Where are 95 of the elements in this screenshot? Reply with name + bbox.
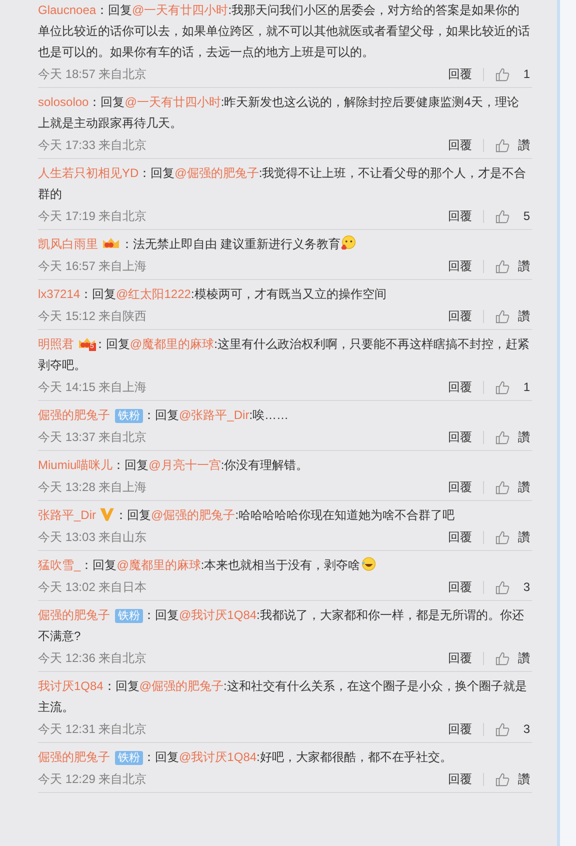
comment-text: 倔强的肥兔子 铁粉 ：回复@我讨厌1Q84:我都说了，大家都和你一样，都是无所谓的。你还不满意? <box>38 607 525 645</box>
laughing-icon <box>360 556 376 572</box>
like-count: 讚 <box>518 529 530 546</box>
username-link[interactable]: 倔强的肥兔子 <box>38 408 110 422</box>
comment-text: 人生若只初相见YD：回复@倔强的肥兔子:我觉得不让上班，不让看父母的那个人，才是不合群的 <box>38 165 528 203</box>
comment-time: 今天 12:31 来自北京 <box>38 721 147 738</box>
username-link[interactable]: 凯风白雨里 <box>38 237 98 251</box>
fan-badge: 铁粉 <box>115 751 143 765</box>
comment-time: 今天 17:19 来自北京 <box>38 208 147 225</box>
like-count: 讚 <box>518 479 530 496</box>
reply-button[interactable]: 回覆 <box>448 477 472 497</box>
comment-text: 猛吹雪_：回复@魔都里的麻球:本来也就相当于没有，剥夺啥 <box>38 555 530 576</box>
mention-link[interactable]: @魔都里的麻球 <box>130 337 214 351</box>
reply-button[interactable]: 回覆 <box>448 577 472 597</box>
username-link[interactable]: 倔强的肥兔子 <box>38 608 110 622</box>
comment-text: 倔强的肥兔子 铁粉 ：回复@张路平_Dir:唉…… <box>38 407 290 425</box>
username-link[interactable]: 倔强的肥兔子 <box>38 750 110 764</box>
thumbs-up-icon[interactable] <box>495 650 510 666</box>
mention-link[interactable]: @我讨厌1Q84 <box>179 750 257 764</box>
reply-button[interactable]: 回覆 <box>448 256 472 276</box>
reply-button[interactable]: 回覆 <box>448 206 472 226</box>
comment-time: 今天 13:02 来自日本 <box>38 579 147 596</box>
like-count: 讚 <box>518 650 530 667</box>
thumbs-up-icon[interactable] <box>495 258 510 274</box>
like-count: 1 <box>522 379 530 396</box>
reply-button[interactable]: 回覆 <box>448 64 472 84</box>
mention-link[interactable]: @倔强的肥兔子 <box>174 166 259 180</box>
comment-time: 今天 12:29 来自北京 <box>38 771 147 788</box>
username-link[interactable]: Miumiu喵咪儿 <box>38 458 113 472</box>
like-count: 讚 <box>518 771 530 788</box>
username-link[interactable]: solosoloo <box>38 95 89 109</box>
like-count: 讚 <box>518 429 530 446</box>
username-link[interactable]: 张路平_Dir <box>38 508 96 522</box>
mention-link[interactable]: @一天有廿四小时 <box>124 95 221 109</box>
mention-link[interactable]: @魔都里的麻球 <box>116 558 201 572</box>
mention-link[interactable]: @一天有廿四小时 <box>132 3 228 17</box>
like-count: 讚 <box>518 258 530 275</box>
mention-link[interactable]: @张路平_Dir <box>179 408 250 422</box>
username-link[interactable]: 明照君 <box>38 337 74 351</box>
thumbs-up-icon[interactable] <box>495 208 510 224</box>
comment-time: 今天 17:33 来自北京 <box>38 137 147 154</box>
comment-time: 今天 13:37 来自北京 <box>38 429 147 446</box>
comment-time: 今天 14:15 来自上海 <box>38 379 147 396</box>
reply-button[interactable]: 回覆 <box>448 719 472 739</box>
thumbs-up-icon[interactable] <box>495 772 510 786</box>
thumbs-up-icon[interactable] <box>495 430 510 444</box>
comment-time: 今天 13:28 来自上海 <box>38 479 147 496</box>
comment-time: 今天 18:57 来自北京 <box>38 66 147 83</box>
thumbs-up-icon[interactable] <box>495 580 510 594</box>
fan-badge: 铁粉 <box>115 409 143 423</box>
like-count: 3 <box>522 721 530 738</box>
comment-text: 张路平_Dir ：回复@倔强的肥兔子:哈哈哈哈哈你现在知道她为啥不合群了吧 <box>38 505 456 524</box>
like-count: 讚 <box>518 308 530 325</box>
mention-link[interactable]: @倔强的肥兔子 <box>139 679 224 693</box>
username-link[interactable]: lx37214 <box>38 287 80 301</box>
mention-link[interactable]: @红太阳1222 <box>116 287 191 301</box>
thumbs-up-icon[interactable] <box>495 722 510 736</box>
comment-text: solosoloo：回复@一天有廿四小时:昨天新发也这么说的，解除封控后要健康监测4天，理论上就是主动跟家再待几天。 <box>38 94 520 132</box>
mention-link[interactable]: @倔强的肥兔子 <box>151 508 236 522</box>
comment-time: 今天 15:12 来自陕西 <box>38 308 147 325</box>
comment-text: lx37214：回复@红太阳1222:模棱两可，才有既当又立的操作空间 <box>38 286 388 303</box>
reply-button[interactable]: 回覆 <box>448 527 472 547</box>
comment-text: 凯风白雨里 ：法无禁止即自由 建议重新进行义务教育 <box>38 234 530 255</box>
verified-v-icon <box>99 506 116 522</box>
username-link[interactable]: 我讨厌1Q84 <box>38 679 104 693</box>
mention-link[interactable]: @我讨厌1Q84 <box>179 608 257 622</box>
thumbs-up-icon[interactable] <box>495 138 510 152</box>
username-link[interactable]: 猛吹雪_ <box>38 558 81 572</box>
smiley-icon <box>340 235 356 251</box>
thumbs-up-icon[interactable] <box>495 480 510 494</box>
comment-time: 今天 12:36 来自北京 <box>38 650 147 667</box>
mention-link[interactable]: @月亮十一宫 <box>148 458 221 472</box>
comment-text: 倔强的肥兔子 铁粉 ：回复@我讨厌1Q84:好吧，大家都很酷，都不在乎社交。 <box>38 749 453 767</box>
reply-button[interactable]: 回覆 <box>448 377 472 397</box>
like-count: 讚 <box>518 137 530 154</box>
like-count: 3 <box>522 579 530 596</box>
comment-text: Miumiu喵咪儿：回复@月亮十一宫:你没有理解错。 <box>38 457 310 474</box>
comment-text: 我讨厌1Q84：回复@倔强的肥兔子:这和社交有什么关系，在这个圈子是小众，换个圈子就是主流。 <box>38 678 528 716</box>
reply-button[interactable]: 回覆 <box>448 306 472 326</box>
thumbs-up-icon[interactable] <box>495 308 510 324</box>
comment-text: Glaucnoea：回复@一天有廿四小时:我那天问我们小区的居委会，对方给的答案是如果你的单位比较近的话你可以去，如果单位跨区，就不可以其他就医或者看望父母，如果比较近的话也是可以的。如果你有车的话，去远一点的地方上班是可以的。 <box>38 2 530 61</box>
reply-button[interactable]: 回覆 <box>448 769 472 789</box>
comment-time: 今天 13:03 来自山东 <box>38 529 147 546</box>
thumbs-up-icon[interactable] <box>495 66 510 82</box>
thumbs-up-icon[interactable] <box>495 530 510 544</box>
reply-button[interactable]: 回覆 <box>448 648 472 668</box>
reply-button[interactable]: 回覆 <box>448 135 472 155</box>
like-count: 5 <box>522 208 530 225</box>
comment-time: 今天 16:57 来自上海 <box>38 258 147 275</box>
username-link[interactable]: 人生若只初相见YD <box>38 166 139 180</box>
username-link[interactable]: Glaucnoea <box>38 3 96 17</box>
like-count: 1 <box>522 66 530 83</box>
reply-button[interactable]: 回覆 <box>448 427 472 447</box>
fan-badge: 铁粉 <box>115 609 143 623</box>
thumbs-up-icon[interactable] <box>495 380 510 394</box>
